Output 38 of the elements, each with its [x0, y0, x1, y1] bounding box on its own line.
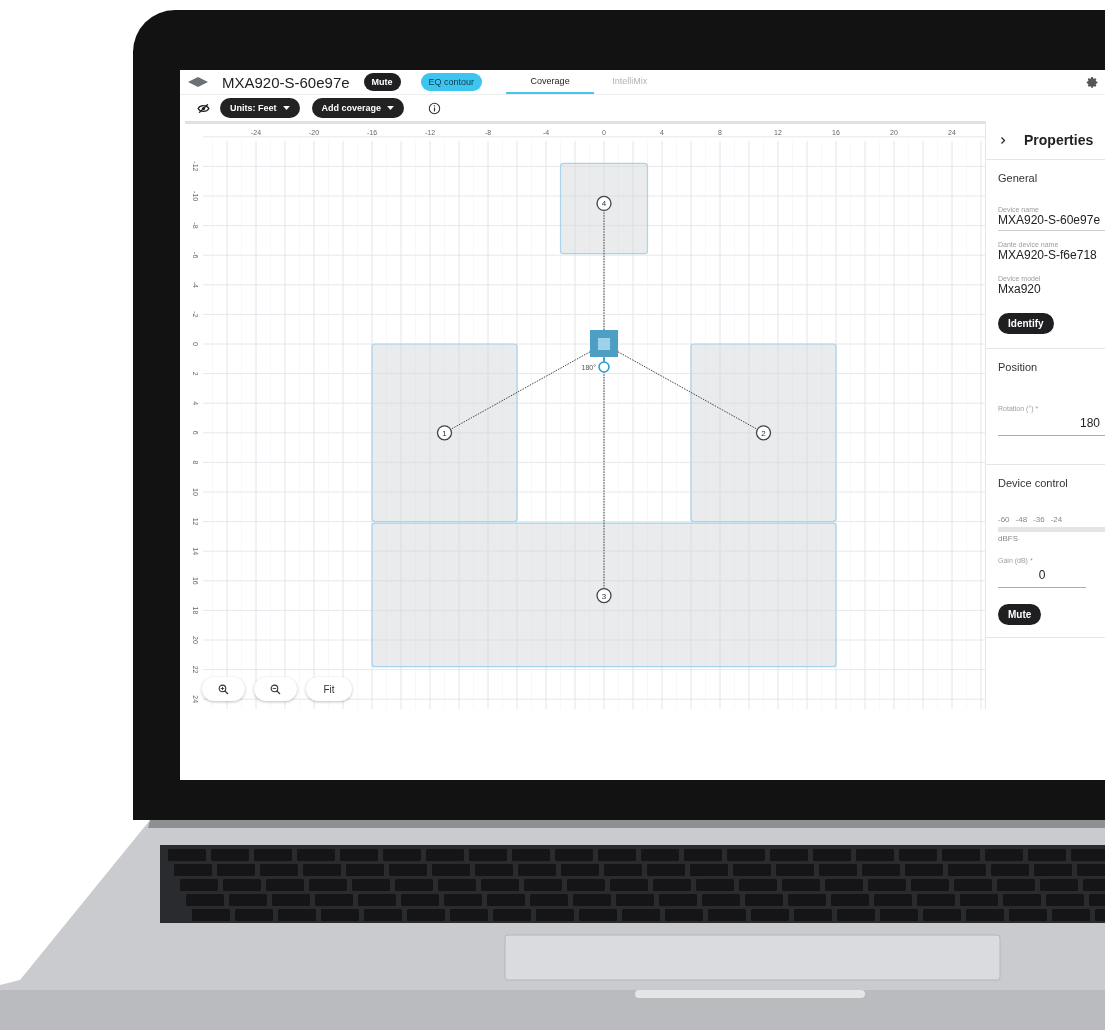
chevron-right-icon[interactable]: [1000, 135, 1006, 145]
rotation-stem: [603, 356, 605, 363]
zoom-in-icon: [218, 683, 229, 695]
field-value: Mxa920: [998, 282, 1042, 298]
fit-button[interactable]: Fit: [306, 677, 352, 701]
meter-scale-label: -24: [1050, 515, 1063, 524]
section-heading: Device control: [998, 477, 1069, 489]
rotation-field[interactable]: 180: [998, 412, 1105, 436]
caret-icon: [282, 106, 290, 110]
info-icon[interactable]: [428, 101, 442, 115]
field-value: MXA920-S-f6e718: [998, 248, 1098, 264]
gain-field[interactable]: 0: [998, 564, 1086, 588]
identify-button[interactable]: Identify: [998, 313, 1054, 334]
section-heading: General: [998, 172, 1039, 184]
text-field[interactable]: MXA920-S-60e97e: [998, 213, 1105, 231]
meter-scale-label: -36: [1033, 515, 1045, 524]
dropdown-button[interactable]: Add coverage: [311, 98, 405, 118]
meter-scale-label: -60: [998, 515, 1010, 524]
rotation-handle[interactable]: [598, 361, 610, 373]
toggle-button[interactable]: Mute: [363, 73, 401, 91]
device-title: MXA920-S-60e97e: [222, 73, 350, 91]
toggle-button[interactable]: EQ contour: [420, 73, 483, 91]
hidden-eye-icon[interactable]: [197, 101, 210, 115]
caret-icon: [387, 106, 395, 110]
lobe-marker[interactable]: 4: [596, 195, 612, 212]
lobe-marker[interactable]: 3: [596, 587, 612, 604]
zoom-out-icon: [270, 683, 281, 695]
section-heading: Position: [998, 361, 1039, 373]
panel-title: Properties: [1024, 132, 1094, 148]
logo-icon: [188, 77, 208, 87]
tab[interactable]: Coverage: [506, 70, 595, 94]
meter-scale-label: -48: [1015, 515, 1028, 524]
dropdown-button[interactable]: Units: Feet: [220, 98, 300, 118]
meter-unit: dBFS: [998, 534, 1019, 543]
mute-button[interactable]: Mute: [998, 604, 1042, 625]
settings-icon[interactable]: [1086, 75, 1099, 89]
lobe-marker[interactable]: 1: [436, 425, 453, 441]
lobe-marker[interactable]: 2: [755, 425, 772, 441]
